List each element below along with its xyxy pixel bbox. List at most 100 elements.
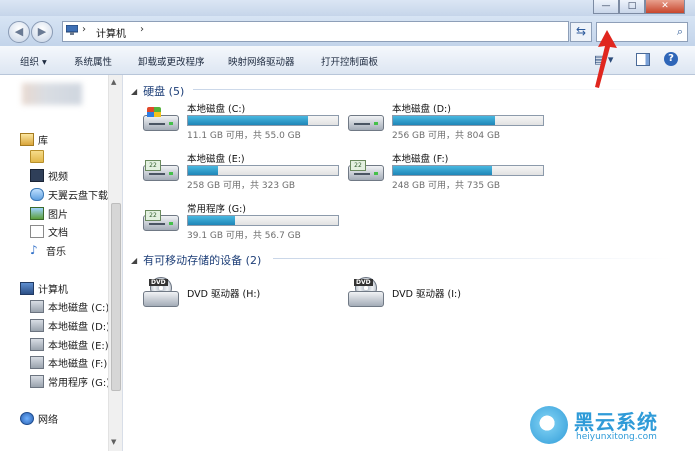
refresh-button[interactable]: ⇆ bbox=[570, 22, 592, 42]
scroll-thumb[interactable] bbox=[111, 203, 121, 391]
drive-name: 本地磁盘 (F:) bbox=[392, 154, 449, 165]
drive-name: DVD 驱动器 (H:) bbox=[187, 289, 261, 300]
sidebar-item-label: 本地磁盘 (E:) bbox=[48, 341, 109, 352]
address-bar[interactable]: › 计算机 › ▼ bbox=[62, 21, 625, 42]
watermark-title: 黑云系统 bbox=[574, 410, 658, 434]
drive-item-c[interactable]: 本地磁盘 (C:) 11.1 GB 可用，共 55.0 GB bbox=[131, 99, 341, 143]
group-divider bbox=[273, 258, 673, 259]
content-pane: ◢ 硬盘 (5) 本地磁盘 (C:) 11.1 GB 可用，共 55.0 GB … bbox=[123, 75, 695, 451]
drive-size: 256 GB 可用，共 804 GB bbox=[392, 131, 501, 141]
hard-drive-icon: 22 bbox=[143, 159, 179, 181]
sidebar-scrollbar[interactable]: ▲ ▼ bbox=[108, 75, 122, 451]
library-icon bbox=[20, 133, 34, 146]
drive-item-e[interactable]: 22 本地磁盘 (E:) 258 GB 可用，共 323 GB bbox=[131, 149, 341, 193]
address-row: ◀ ▶ › 计算机 › ▼ ⇆ ⌕ bbox=[0, 16, 695, 46]
hard-drive-icon bbox=[348, 109, 384, 131]
usage-bar bbox=[187, 215, 339, 226]
video-icon bbox=[30, 169, 44, 182]
hard-drive-icon bbox=[30, 375, 44, 388]
sidebar-item-network[interactable]: 网络 bbox=[20, 411, 58, 426]
sidebar-item-drive-d[interactable]: 本地磁盘 (D:) bbox=[30, 318, 110, 333]
breadcrumb-computer[interactable]: 计算机 bbox=[96, 25, 126, 40]
sidebar-item-cloud-downloads[interactable]: 天翼云盘下载 bbox=[30, 187, 108, 202]
computer-icon bbox=[20, 282, 34, 295]
sidebar-item-drive-c[interactable]: 本地磁盘 (C:) bbox=[30, 299, 109, 314]
watermark-logo: 黑云系统 heiyunxitong.com bbox=[530, 404, 695, 451]
sidebar-item-drive-f[interactable]: 本地磁盘 (F:) bbox=[30, 355, 107, 370]
command-bar: 组织 ▾ 系统属性 卸载或更改程序 映射网络驱动器 打开控制面板 ▤ ▾ ? bbox=[0, 46, 695, 75]
picture-icon bbox=[30, 207, 44, 220]
dvd-drive-icon: DVD bbox=[348, 277, 384, 307]
back-arrow-icon: ◀ bbox=[14, 25, 24, 38]
sidebar-item-label: 图片 bbox=[48, 210, 68, 221]
hard-drive-icon: 22 bbox=[348, 159, 384, 181]
refresh-icon: ⇆ bbox=[575, 24, 587, 38]
drive-size: 39.1 GB 可用，共 56.7 GB bbox=[187, 231, 301, 241]
group-title: 有可移动存储的设备 (2) bbox=[143, 254, 262, 267]
collapse-icon[interactable]: ◢ bbox=[131, 256, 137, 265]
sidebar-item-label: 常用程序 (G:) bbox=[48, 378, 111, 389]
drive-item-f[interactable]: 22 本地磁盘 (F:) 248 GB 可用，共 735 GB bbox=[336, 149, 546, 193]
scroll-up-icon[interactable]: ▲ bbox=[111, 78, 116, 86]
sidebar-item-label: 视频 bbox=[48, 172, 68, 183]
maximize-button[interactable]: □ bbox=[619, 0, 645, 14]
system-properties-button[interactable]: 系统属性 bbox=[74, 54, 112, 68]
usage-bar bbox=[187, 165, 339, 176]
organize-menu[interactable]: 组织 ▾ bbox=[20, 54, 47, 68]
usage-bar bbox=[187, 115, 339, 126]
sidebar-item-label: 本地磁盘 (C:) bbox=[48, 303, 110, 314]
sidebar-item-library-folder[interactable] bbox=[30, 150, 48, 163]
sidebar-item-pictures[interactable]: 图片 bbox=[30, 206, 68, 221]
network-icon bbox=[20, 412, 34, 425]
folder-icon bbox=[30, 150, 44, 163]
sidebar-item-label: 库 bbox=[38, 136, 48, 147]
help-icon[interactable]: ? bbox=[664, 52, 678, 66]
uninstall-program-button[interactable]: 卸载或更改程序 bbox=[138, 54, 205, 68]
sidebar-item-drive-g[interactable]: 常用程序 (G:) bbox=[30, 374, 110, 389]
sidebar-item-documents[interactable]: 文档 bbox=[30, 224, 68, 239]
drive-size: 258 GB 可用，共 323 GB bbox=[187, 181, 296, 191]
windows-drive-icon bbox=[143, 107, 179, 131]
dvd-drive-icon: DVD bbox=[143, 277, 179, 307]
collapse-icon[interactable]: ◢ bbox=[131, 87, 137, 96]
group-header-hard-disks[interactable]: ◢ 硬盘 (5) bbox=[131, 83, 184, 99]
drive-size: 248 GB 可用，共 735 GB bbox=[392, 181, 501, 191]
sidebar-item-drive-e[interactable]: 本地磁盘 (E:) bbox=[30, 337, 109, 352]
drive-name: 本地磁盘 (D:) bbox=[392, 104, 451, 115]
dvd-drive-h[interactable]: DVD DVD 驱动器 (H:) bbox=[131, 273, 341, 313]
sidebar-item-label: 音乐 bbox=[46, 247, 66, 258]
sidebar-item-computer[interactable]: 计算机 bbox=[20, 281, 68, 296]
sidebar-item-videos[interactable]: 视频 bbox=[30, 168, 68, 183]
usage-bar bbox=[392, 165, 544, 176]
annotation-arrow-icon bbox=[595, 30, 617, 88]
sidebar-item-music[interactable]: ♪ 音乐 bbox=[30, 243, 66, 258]
drive-name: 本地磁盘 (C:) bbox=[187, 104, 246, 115]
drive-item-g[interactable]: 22 常用程序 (G:) 39.1 GB 可用，共 56.7 GB bbox=[131, 199, 341, 243]
drive-name: 常用程序 (G:) bbox=[187, 204, 246, 215]
close-button[interactable]: ✕ bbox=[645, 0, 685, 14]
minimize-button[interactable]: — bbox=[593, 0, 619, 14]
drive-item-d[interactable]: 本地磁盘 (D:) 256 GB 可用，共 804 GB bbox=[336, 99, 546, 143]
sidebar-item-label: 本地磁盘 (D:) bbox=[48, 322, 111, 333]
forward-button[interactable]: ▶ bbox=[31, 21, 53, 43]
sidebar-item-library[interactable]: 库 bbox=[20, 132, 48, 147]
scroll-down-icon[interactable]: ▼ bbox=[111, 438, 116, 446]
open-control-panel-button[interactable]: 打开控制面板 bbox=[321, 54, 378, 68]
back-button[interactable]: ◀ bbox=[8, 21, 30, 43]
music-icon: ♪ bbox=[30, 243, 38, 257]
watermark-url: heiyunxitong.com bbox=[576, 432, 657, 442]
hard-drive-icon bbox=[30, 356, 44, 369]
cloud-logo-icon bbox=[530, 406, 568, 444]
search-icon[interactable]: ⌕ bbox=[677, 25, 683, 39]
preview-pane-icon[interactable] bbox=[636, 53, 650, 66]
map-network-drive-button[interactable]: 映射网络驱动器 bbox=[228, 54, 295, 68]
group-header-removable[interactable]: ◢ 有可移动存储的设备 (2) bbox=[131, 252, 261, 268]
window-controls: — □ ✕ bbox=[593, 0, 685, 14]
dvd-drive-i[interactable]: DVD DVD 驱动器 (I:) bbox=[336, 273, 546, 313]
drive-name: DVD 驱动器 (I:) bbox=[392, 289, 461, 300]
chevron-right-icon[interactable]: › bbox=[140, 24, 144, 35]
usage-bar bbox=[392, 115, 544, 126]
navigation-pane: 库 视频 天翼云盘下载 图片 文档 ♪ 音乐 计算机 本地磁盘 (C:) 本地磁… bbox=[0, 75, 123, 451]
chevron-right-icon[interactable]: › bbox=[82, 24, 86, 35]
sidebar-item-label: 本地磁盘 (F:) bbox=[48, 359, 108, 370]
